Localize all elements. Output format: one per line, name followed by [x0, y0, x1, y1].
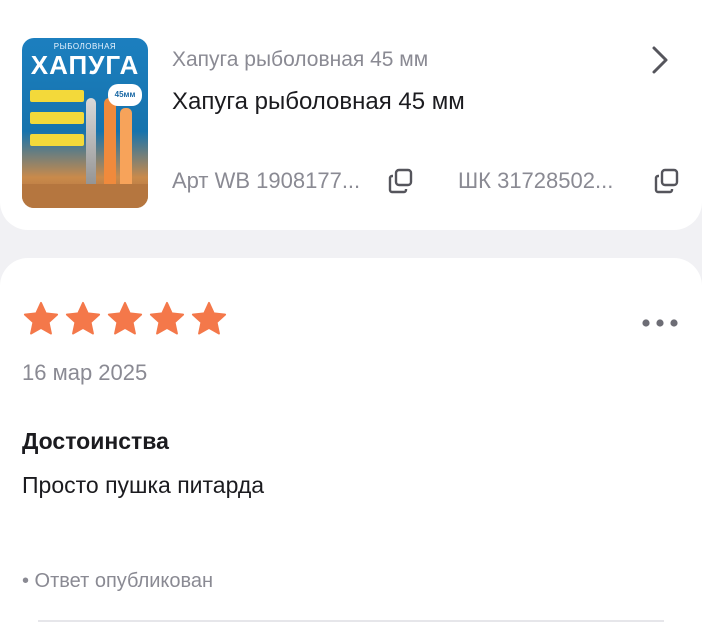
copy-icon[interactable]: [654, 168, 680, 194]
thumbnail-feature-badge: [30, 90, 84, 102]
thumbnail-feature-badge: [30, 112, 84, 124]
article-number: Арт WB 1908177...: [172, 168, 361, 193]
rating-stars: [22, 300, 228, 338]
star-icon: [191, 301, 227, 335]
product-thumbnail[interactable]: РЫБОЛОВНАЯ ХАПУГА 45мм: [22, 38, 148, 208]
review-date: 16 мар 2025: [22, 360, 148, 385]
star-icon: [23, 301, 59, 335]
product-card[interactable]: РЫБОЛОВНАЯ ХАПУГА 45мм Хапуга рыболовная…: [0, 0, 702, 230]
star-icon: [65, 301, 101, 335]
reply-status: • Ответ опубликован: [22, 570, 214, 592]
more-horizontal-icon[interactable]: [640, 318, 680, 328]
product-subtitle: Хапуга рыболовная 45 мм: [172, 48, 429, 71]
thumbnail-brand: ХАПУГА: [30, 50, 140, 80]
thumbnail-lure: [104, 98, 116, 198]
product-title[interactable]: Хапуга рыболовная 45 мм: [172, 88, 465, 116]
pros-text: Просто пушка питарда: [22, 472, 265, 498]
pros-heading: Достоинства: [22, 428, 169, 454]
thumbnail-floor: [22, 184, 148, 208]
thumbnail-lure: [86, 98, 96, 198]
star-icon: [149, 301, 185, 335]
copy-icon[interactable]: [388, 168, 414, 194]
thumbnail-size-badge: 45мм: [108, 84, 142, 106]
chevron-right-icon[interactable]: [646, 44, 674, 76]
divider: [38, 620, 664, 622]
star-icon: [107, 301, 143, 335]
barcode-number: ШК 31728502...: [458, 168, 614, 193]
review-page: РЫБОЛОВНАЯ ХАПУГА 45мм Хапуга рыболовная…: [0, 0, 702, 623]
thumbnail-feature-badge: [30, 134, 84, 146]
